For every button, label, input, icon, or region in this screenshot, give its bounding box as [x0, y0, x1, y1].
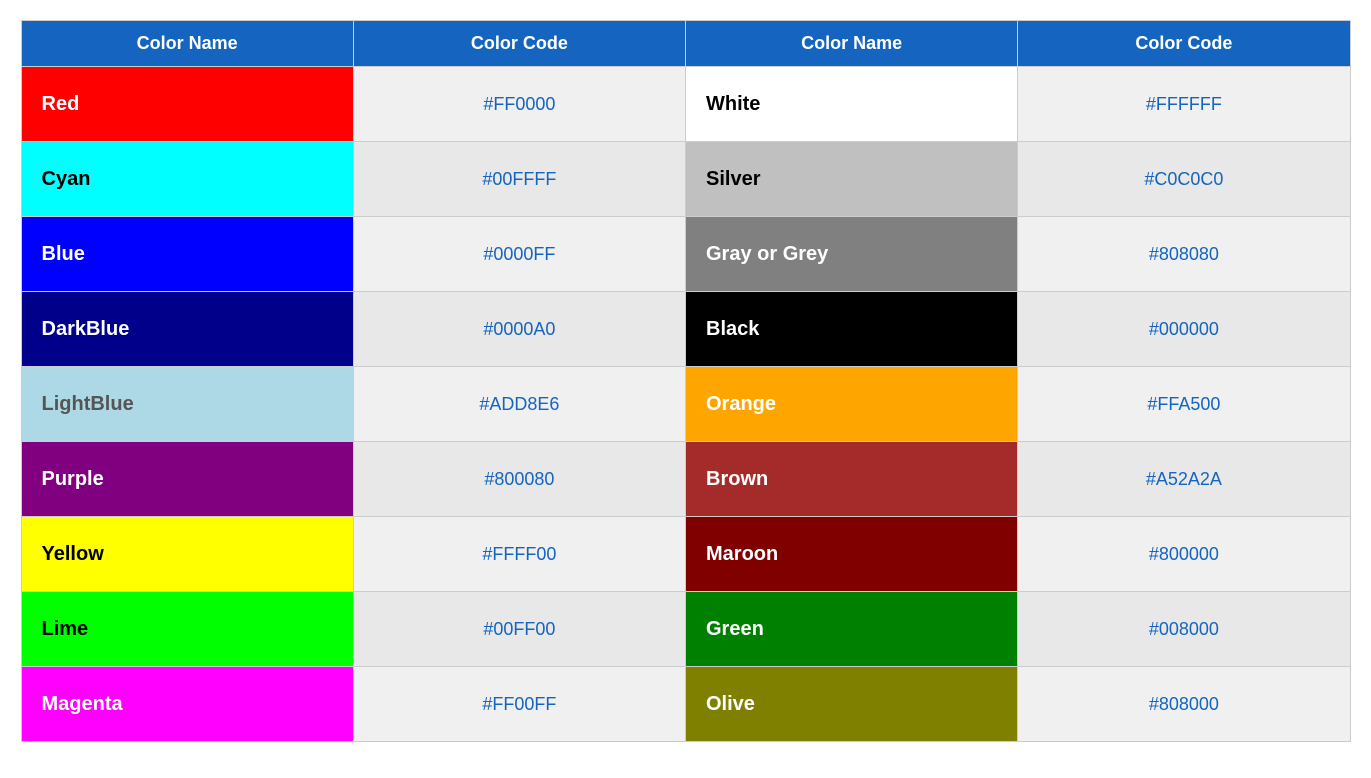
right-color-cell: Orange [686, 367, 1018, 442]
table-row: Magenta#FF00FFOlive#808000 [21, 667, 1350, 742]
table-row: Cyan#00FFFFSilver#C0C0C0 [21, 142, 1350, 217]
right-color-cell: Gray or Grey [686, 217, 1018, 292]
left-code-cell: #0000FF [353, 217, 685, 292]
left-code-cell: #ADD8E6 [353, 367, 685, 442]
left-color-cell: Magenta [21, 667, 353, 742]
right-code-cell: #808000 [1018, 667, 1350, 742]
left-code-cell: #FF00FF [353, 667, 685, 742]
right-color-cell: Silver [686, 142, 1018, 217]
table-header-row: Color Name Color Code Color Name Color C… [21, 21, 1350, 67]
header-right-code: Color Code [1018, 21, 1350, 67]
right-color-cell: Olive [686, 667, 1018, 742]
right-code-cell: #FFFFFF [1018, 67, 1350, 142]
left-code-cell: #00FF00 [353, 592, 685, 667]
left-color-cell: Red [21, 67, 353, 142]
color-table-wrapper: Color Name Color Code Color Name Color C… [21, 20, 1351, 742]
table-row: LightBlue#ADD8E6Orange#FFA500 [21, 367, 1350, 442]
right-code-cell: #008000 [1018, 592, 1350, 667]
right-code-cell: #FFA500 [1018, 367, 1350, 442]
left-color-cell: Lime [21, 592, 353, 667]
table-row: Red#FF0000White#FFFFFF [21, 67, 1350, 142]
left-color-cell: Yellow [21, 517, 353, 592]
table-row: Yellow#FFFF00Maroon#800000 [21, 517, 1350, 592]
left-color-cell: Cyan [21, 142, 353, 217]
left-color-cell: Blue [21, 217, 353, 292]
left-color-cell: LightBlue [21, 367, 353, 442]
right-code-cell: #A52A2A [1018, 442, 1350, 517]
left-code-cell: #00FFFF [353, 142, 685, 217]
right-code-cell: #800000 [1018, 517, 1350, 592]
left-code-cell: #FF0000 [353, 67, 685, 142]
table-row: Purple#800080Brown#A52A2A [21, 442, 1350, 517]
color-table: Color Name Color Code Color Name Color C… [21, 20, 1351, 742]
left-code-cell: #FFFF00 [353, 517, 685, 592]
right-code-cell: #808080 [1018, 217, 1350, 292]
right-color-cell: Green [686, 592, 1018, 667]
left-color-cell: DarkBlue [21, 292, 353, 367]
header-left-code: Color Code [353, 21, 685, 67]
right-color-cell: Brown [686, 442, 1018, 517]
right-color-cell: Black [686, 292, 1018, 367]
left-color-cell: Purple [21, 442, 353, 517]
left-code-cell: #800080 [353, 442, 685, 517]
right-color-cell: White [686, 67, 1018, 142]
right-code-cell: #C0C0C0 [1018, 142, 1350, 217]
right-code-cell: #000000 [1018, 292, 1350, 367]
left-code-cell: #0000A0 [353, 292, 685, 367]
table-row: DarkBlue#0000A0Black#000000 [21, 292, 1350, 367]
right-color-cell: Maroon [686, 517, 1018, 592]
header-right-name: Color Name [686, 21, 1018, 67]
table-row: Lime#00FF00Green#008000 [21, 592, 1350, 667]
table-row: Blue#0000FFGray or Grey#808080 [21, 217, 1350, 292]
header-left-name: Color Name [21, 21, 353, 67]
